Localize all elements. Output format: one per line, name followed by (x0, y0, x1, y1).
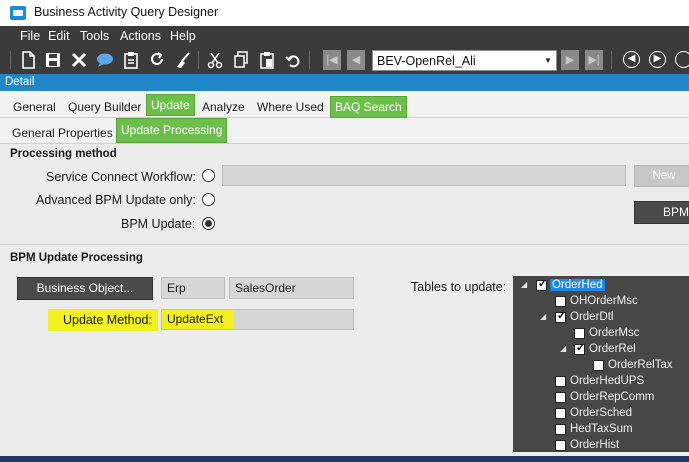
checkbox-orderreltax[interactable] (593, 360, 604, 371)
query-combo-value: BEV-OpenRel_Ali (377, 54, 476, 68)
checkbox-orderdtl[interactable]: ✓ (555, 310, 567, 323)
back-icon[interactable]: ◀ (623, 51, 640, 68)
checkbox-orderhed[interactable]: ✓ (536, 278, 548, 291)
checkbox-orderrel[interactable]: ✓ (574, 342, 586, 355)
tree-label: OrderDtl (570, 311, 614, 323)
main-tabs: General Query Builder Update Analyze Whe… (0, 91, 689, 118)
checkbox-ohordermsc[interactable] (555, 296, 566, 307)
menu-actions[interactable]: Actions (120, 29, 161, 43)
detail-label: Detail (5, 76, 35, 88)
toolbar: |◀ ◀ BEV-OpenRel_Ali ▼ ▶ ▶| ◀ ▶ (0, 46, 689, 74)
tab-general-properties[interactable]: General Properties (12, 126, 113, 140)
menu-help[interactable]: Help (170, 29, 196, 43)
new-button[interactable]: New (634, 165, 689, 187)
menu-tools[interactable]: Tools (80, 29, 109, 43)
tree-label: HedTaxSum (570, 423, 633, 435)
refresh-icon[interactable] (147, 51, 167, 69)
tab-query-builder[interactable]: Query Builder (68, 100, 141, 114)
toolbar-separator (10, 51, 11, 69)
clear-icon[interactable] (173, 51, 193, 69)
business-object-field[interactable]: SalesOrder (229, 277, 354, 299)
home-icon[interactable] (675, 51, 689, 68)
cut-icon[interactable] (205, 51, 225, 69)
processing-method-section: Processing method Service Connect Workfl… (0, 144, 689, 244)
comment-icon[interactable] (95, 51, 115, 69)
tree-label: OrderHed (550, 279, 605, 291)
bpm-update-radio[interactable] (202, 217, 215, 230)
expand-icon[interactable]: ◢ (540, 312, 546, 321)
update-method-label: Update Method: (63, 313, 152, 327)
erp-field[interactable]: Erp (161, 277, 225, 299)
menu-file[interactable]: File (20, 29, 40, 43)
check-icon: ✓ (538, 278, 548, 290)
tree-label: OHOrderMsc (570, 295, 638, 307)
service-connect-radio[interactable] (202, 169, 215, 182)
tree-label: OrderRel (589, 343, 636, 355)
service-connect-label: Service Connect Workflow: (46, 170, 196, 184)
tree-label: OrderHedUPS (570, 375, 645, 387)
check-icon: ✓ (576, 342, 586, 354)
menu-edit[interactable]: Edit (48, 29, 70, 43)
tables-to-update-label: Tables to update: (411, 280, 507, 294)
title-bar: Business Activity Query Designer (0, 0, 689, 26)
check-icon: ✓ (557, 310, 567, 322)
app-icon (10, 6, 26, 20)
tree-label: OrderRepComm (570, 391, 655, 403)
update-subtabs: General Properties Update Processing (0, 118, 689, 144)
tab-update-processing[interactable]: Update Processing (116, 118, 228, 143)
paste-icon[interactable] (257, 51, 277, 69)
checkbox-orderhist[interactable] (555, 440, 566, 451)
tree-label: OrderMsc (589, 327, 640, 339)
bpm-update-processing-header: BPM Update Processing (10, 252, 143, 264)
expand-icon[interactable]: ◢ (560, 344, 566, 353)
detail-header: Detail (0, 74, 689, 91)
advanced-bpm-radio[interactable] (202, 193, 215, 206)
tables-tree[interactable]: ◢ ✓ OrderHed OHOrderMsc ◢ ✓ OrderDtl Ord… (513, 276, 689, 452)
save-icon[interactable] (43, 51, 63, 69)
business-object-value: SalesOrder (235, 281, 296, 295)
last-record-button[interactable]: ▶| (585, 50, 603, 70)
tab-update[interactable]: Update (146, 94, 195, 116)
first-record-button[interactable]: |◀ (323, 50, 341, 70)
tab-analyze[interactable]: Analyze (202, 100, 245, 114)
checkbox-ordersched[interactable] (555, 408, 566, 419)
expand-icon[interactable]: ◢ (521, 280, 527, 289)
tab-baq-search[interactable]: BAQ Search (330, 96, 407, 118)
tree-label: OrderHist (570, 439, 620, 451)
query-combo[interactable]: BEV-OpenRel_Ali ▼ (372, 50, 557, 71)
update-method-field[interactable]: UpdateExt (161, 309, 354, 330)
business-object-button[interactable]: Business Object... (17, 277, 153, 300)
processing-method-header: Processing method (10, 148, 117, 160)
erp-value: Erp (167, 281, 186, 295)
advanced-bpm-label: Advanced BPM Update only: (36, 193, 196, 207)
service-connect-field[interactable] (222, 165, 626, 186)
checkbox-orderrepcomm[interactable] (555, 392, 566, 403)
tab-where-used[interactable]: Where Used (257, 100, 324, 114)
undo-icon[interactable] (283, 51, 303, 69)
checkbox-orderhedups[interactable] (555, 376, 566, 387)
bpm-update-label: BPM Update: (121, 217, 196, 231)
toolbar-separator (611, 51, 612, 69)
tab-general[interactable]: General (13, 100, 56, 114)
window-title: Business Activity Query Designer (34, 5, 219, 19)
copy-icon[interactable] (231, 51, 251, 69)
new-icon[interactable] (18, 51, 38, 69)
checkbox-hedtaxsum[interactable] (555, 424, 566, 435)
update-method-value: UpdateExt (167, 312, 224, 326)
menu-bar: File Edit Tools Actions Help (0, 26, 689, 46)
delete-icon[interactable] (69, 51, 89, 69)
bpm-button[interactable]: BPM (634, 201, 689, 224)
toolbar-separator (309, 51, 310, 69)
radio-selected-dot (205, 220, 212, 227)
previous-record-button[interactable]: ◀ (347, 50, 365, 70)
clipboard-icon[interactable] (121, 51, 141, 69)
toolbar-separator (198, 51, 199, 69)
chevron-down-icon[interactable]: ▼ (540, 51, 556, 70)
checkbox-ordermsc[interactable] (574, 328, 585, 339)
tree-label: OrderRelTax (608, 359, 673, 371)
forward-icon[interactable]: ▶ (649, 51, 666, 68)
tree-label: OrderSched (570, 407, 633, 419)
bottom-status-strip (0, 456, 689, 462)
next-record-button[interactable]: ▶ (561, 50, 579, 70)
